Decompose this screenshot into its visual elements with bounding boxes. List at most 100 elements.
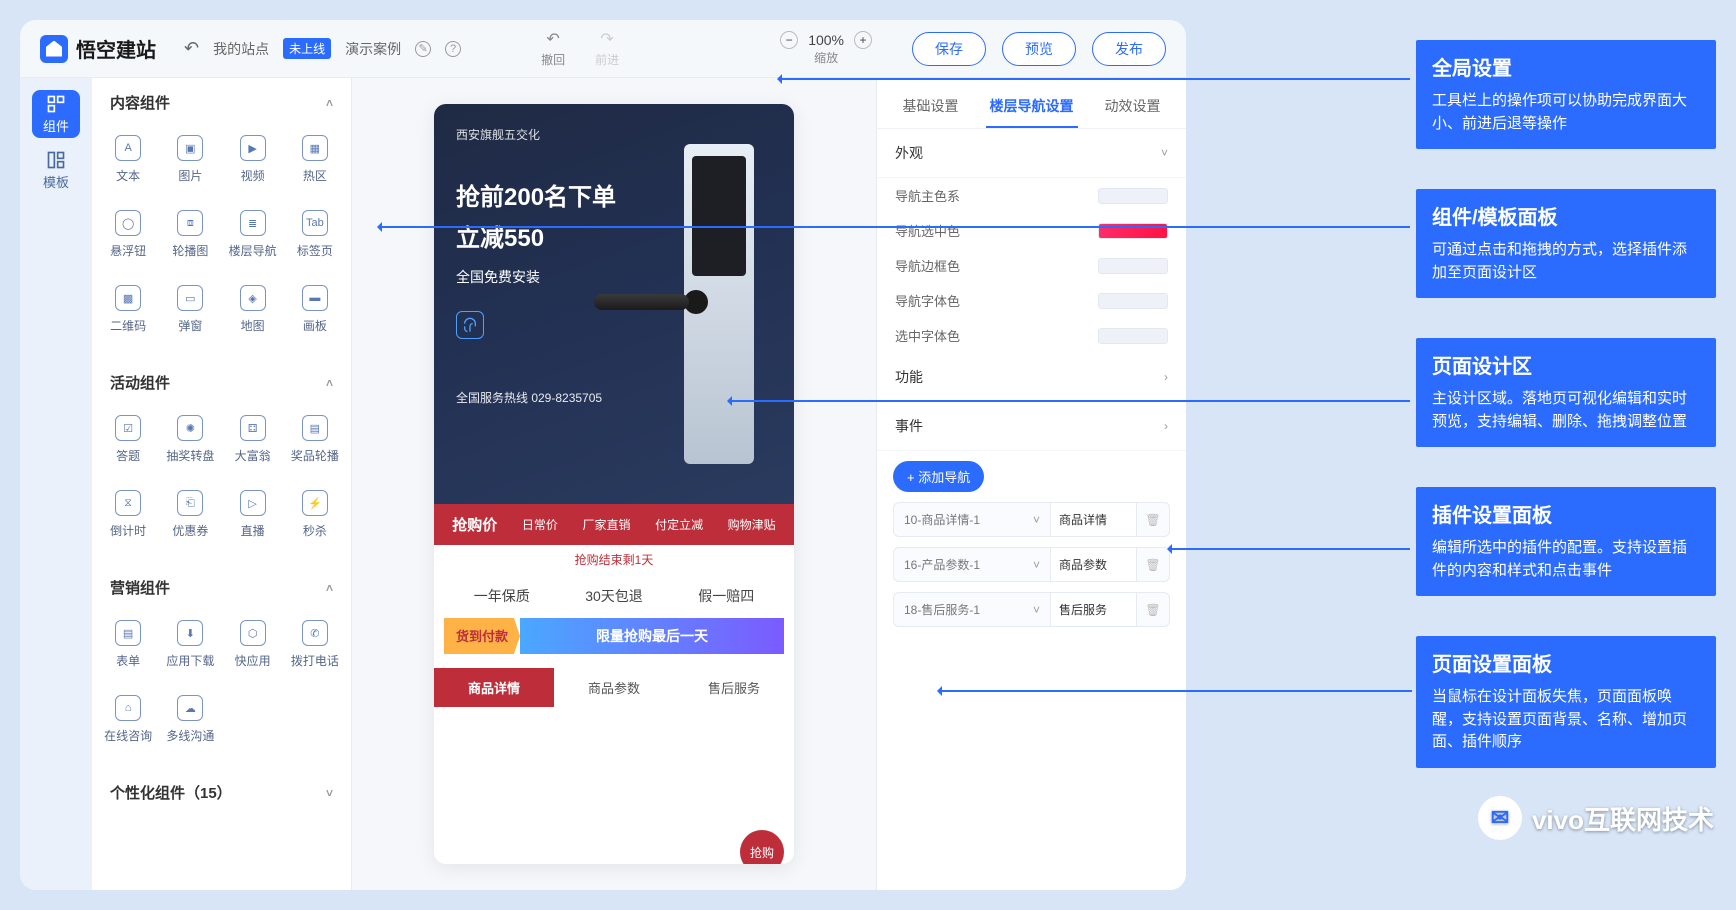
component-item[interactable]: ≣楼层导航 bbox=[225, 200, 281, 269]
add-nav-button[interactable]: + 添加导航 bbox=[893, 461, 984, 492]
nav-select[interactable]: 10-商品详情-1˅ bbox=[894, 503, 1051, 536]
chevron-down-icon: ˅ bbox=[326, 786, 333, 800]
component-icon: ⚃ bbox=[240, 415, 266, 441]
delete-icon[interactable]: 🗑 bbox=[1137, 513, 1169, 527]
limited-text: 限量抢购最后一天 bbox=[520, 618, 784, 654]
rail-components[interactable]: 组件 bbox=[32, 90, 80, 138]
section-appearance[interactable]: 外观˅ bbox=[877, 129, 1186, 178]
component-item[interactable]: ▭弹窗 bbox=[162, 275, 218, 344]
component-label: 拨打电话 bbox=[291, 652, 339, 669]
zoom-in-button[interactable]: + bbox=[854, 31, 872, 49]
component-icon: ▤ bbox=[115, 620, 141, 646]
watermark: ✉ vivo互联网技术 bbox=[1478, 796, 1714, 840]
phone-preview[interactable]: 西安旗舰五交化 抢前200名下单 立减550 全国免费安装 全国服务热线 029… bbox=[434, 104, 794, 864]
component-label: 悬浮钮 bbox=[110, 242, 146, 259]
component-item[interactable]: ⬇应用下载 bbox=[162, 610, 218, 679]
nav-input[interactable]: 商品详情 bbox=[1051, 503, 1137, 536]
field-selected-font-color: 选中字体色 bbox=[877, 318, 1186, 353]
component-item[interactable]: ⚃大富翁 bbox=[225, 405, 281, 474]
app-logo: 悟空建站 bbox=[40, 34, 156, 63]
nav-input[interactable]: 商品参数 bbox=[1051, 548, 1137, 581]
section-activity[interactable]: 活动组件˄ bbox=[92, 358, 351, 397]
component-item[interactable]: ⌂在线咨询 bbox=[100, 685, 156, 754]
tab-service[interactable]: 售后服务 bbox=[674, 668, 794, 707]
undo-button[interactable]: ↶撤回 bbox=[541, 29, 565, 68]
save-button[interactable]: 保存 bbox=[912, 32, 986, 66]
delete-icon[interactable]: 🗑 bbox=[1137, 603, 1169, 617]
hero-brand: 西安旗舰五交化 bbox=[456, 126, 772, 143]
component-item[interactable]: ▣图片 bbox=[162, 125, 218, 194]
component-item[interactable]: ▶ 视频 bbox=[225, 125, 281, 194]
component-icon: ◈ bbox=[240, 285, 266, 311]
publish-button[interactable]: 发布 bbox=[1092, 32, 1166, 66]
component-item[interactable]: ◈地图 bbox=[225, 275, 281, 344]
component-item[interactable]: ▤奖品轮播 bbox=[287, 405, 343, 474]
component-icon: ▶ bbox=[240, 135, 266, 161]
component-label: 表单 bbox=[116, 652, 140, 669]
tab-params[interactable]: 商品参数 bbox=[554, 668, 674, 707]
callout-title: 插件设置面板 bbox=[1432, 501, 1700, 531]
color-swatch[interactable] bbox=[1098, 258, 1168, 274]
zoom-control: − 100% + 缩放 bbox=[780, 31, 872, 66]
demo-link[interactable]: 演示案例 bbox=[345, 39, 401, 59]
component-item[interactable]: ☁多线沟通 bbox=[162, 685, 218, 754]
component-item[interactable]: ▩二维码 bbox=[100, 275, 156, 344]
help-icon[interactable]: ? bbox=[445, 41, 461, 57]
section-function[interactable]: 功能› bbox=[877, 353, 1186, 402]
tab-animation[interactable]: 动效设置 bbox=[1101, 90, 1165, 128]
component-item[interactable]: ✺抽奖转盘 bbox=[162, 405, 218, 474]
zoom-out-button[interactable]: − bbox=[780, 31, 798, 49]
nav-select[interactable]: 16-产品参数-1˅ bbox=[894, 548, 1051, 581]
component-label: 奖品轮播 bbox=[291, 447, 339, 464]
component-label: 抽奖转盘 bbox=[166, 447, 214, 464]
section-content[interactable]: 内容组件˄ bbox=[92, 78, 351, 117]
tab-detail[interactable]: 商品详情 bbox=[434, 668, 554, 707]
tab-basic[interactable]: 基础设置 bbox=[899, 90, 963, 128]
design-canvas[interactable]: 西安旗舰五交化 抢前200名下单 立减550 全国免费安装 全国服务热线 029… bbox=[352, 78, 876, 890]
component-label: 多线沟通 bbox=[166, 727, 214, 744]
component-item[interactable]: ▤ 表单 bbox=[100, 610, 156, 679]
component-item[interactable]: Tab标签页 bbox=[287, 200, 343, 269]
tab-floor-nav[interactable]: 楼层导航设置 bbox=[986, 90, 1078, 128]
component-item[interactable]: ✆拨打电话 bbox=[287, 610, 343, 679]
component-item[interactable]: ◯悬浮钮 bbox=[100, 200, 156, 269]
annotation-callouts: 全局设置工具栏上的操作项可以协助完成界面大小、前进后退等操作组件/模板面板可通过… bbox=[1416, 40, 1716, 768]
buy-fab[interactable]: 抢购 bbox=[740, 830, 784, 864]
callout-body: 主设计区域。落地页可视化编辑和实时预览，支持编辑、删除、拖拽调整位置 bbox=[1432, 388, 1700, 433]
color-swatch[interactable] bbox=[1098, 223, 1168, 239]
rail-templates[interactable]: 模板 bbox=[32, 146, 80, 194]
nav-input[interactable]: 售后服务 bbox=[1051, 593, 1137, 626]
component-item[interactable]: ☑答题 bbox=[100, 405, 156, 474]
callout-box: 页面设置面板当鼠标在设计面板失焦，页面面板唤醒，支持设置页面背景、名称、增加页面… bbox=[1416, 636, 1716, 768]
color-swatch[interactable] bbox=[1098, 293, 1168, 309]
left-rail: 组件 模板 bbox=[20, 78, 92, 890]
component-icon: ⬇ bbox=[177, 620, 203, 646]
component-item[interactable]: ⧈轮播图 bbox=[162, 200, 218, 269]
component-item[interactable]: ▬画板 bbox=[287, 275, 343, 344]
nav-select[interactable]: 18-售后服务-1˅ bbox=[894, 593, 1051, 626]
color-swatch[interactable] bbox=[1098, 188, 1168, 204]
component-item[interactable]: ⎗优惠券 bbox=[162, 480, 218, 549]
section-events[interactable]: 事件› bbox=[877, 402, 1186, 451]
color-swatch[interactable] bbox=[1098, 328, 1168, 344]
section-marketing[interactable]: 营销组件˄ bbox=[92, 563, 351, 602]
component-item[interactable]: ⧖倒计时 bbox=[100, 480, 156, 549]
my-sites-link[interactable]: 我的站点 bbox=[213, 39, 269, 59]
delete-icon[interactable]: 🗑 bbox=[1137, 558, 1169, 572]
price-row: 抢购价 日常价 厂家直销 付定立减 购物津贴 bbox=[434, 504, 794, 545]
redo-button[interactable]: ↷前进 bbox=[595, 29, 619, 68]
preview-button[interactable]: 预览 bbox=[1002, 32, 1076, 66]
product-tabs: 商品详情 商品参数 售后服务 bbox=[434, 668, 794, 707]
component-item[interactable]: ⬡快应用 bbox=[225, 610, 281, 679]
arrow-5 bbox=[940, 690, 1412, 692]
component-item[interactable]: A文本 bbox=[100, 125, 156, 194]
field-main-color: 导航主色系 bbox=[877, 178, 1186, 213]
component-label: 视频 bbox=[241, 167, 265, 184]
section-personal[interactable]: 个性化组件（15）˅ bbox=[92, 768, 351, 807]
chevron-down-icon: ˅ bbox=[1161, 146, 1168, 160]
component-label: 二维码 bbox=[110, 317, 146, 334]
component-item[interactable]: ▷直播 bbox=[225, 480, 281, 549]
component-item[interactable]: ⚡秒杀 bbox=[287, 480, 343, 549]
component-item[interactable]: ▦热区 bbox=[287, 125, 343, 194]
edit-icon[interactable]: ✎ bbox=[415, 41, 431, 57]
